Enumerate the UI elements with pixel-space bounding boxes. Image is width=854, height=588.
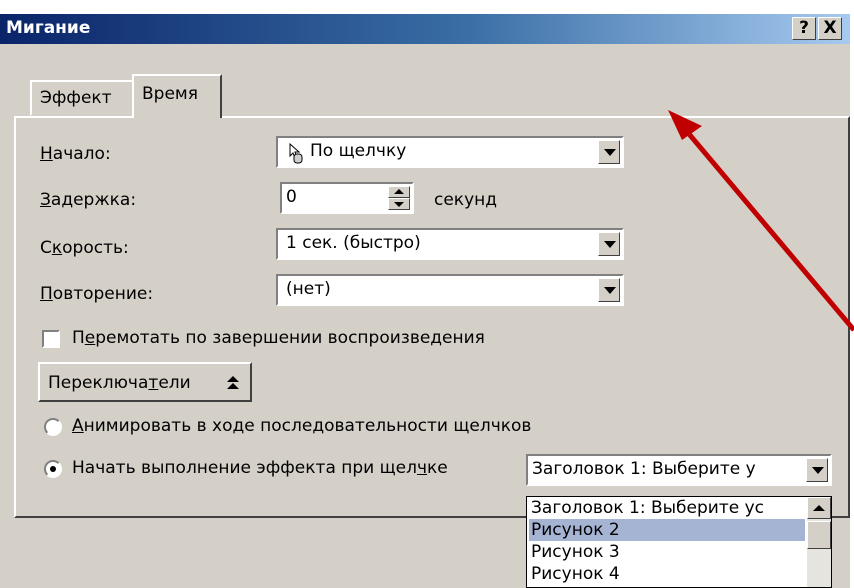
mouse-click-icon <box>284 142 304 169</box>
list-item[interactable]: Рисунок 3 <box>529 541 620 563</box>
list-item[interactable]: Заголовок 1: Выберите ус <box>529 497 764 519</box>
delay-unit: секунд <box>434 190 498 210</box>
close-icon: X <box>823 18 837 38</box>
scroll-thumb[interactable] <box>807 521 831 549</box>
scroll-up-icon[interactable] <box>807 497 831 519</box>
start-on-click-radio[interactable] <box>44 460 62 478</box>
repeat-value: (нет) <box>286 279 331 299</box>
double-chevron-up-icon <box>226 374 240 397</box>
delay-spinner[interactable] <box>388 186 410 210</box>
spin-up-icon[interactable] <box>388 186 410 198</box>
speed-select[interactable]: 1 сек. (быстро) <box>276 228 624 260</box>
start-label: Начало: <box>40 144 111 164</box>
trigger-object-select[interactable]: Заголовок 1: Выберите у <box>526 454 832 486</box>
speed-dropdown-button[interactable] <box>598 232 620 256</box>
trigger-object-value: Заголовок 1: Выберите у <box>532 459 756 479</box>
window-title: Мигание <box>6 18 91 38</box>
rewind-checkbox[interactable] <box>42 330 60 348</box>
help-icon: ? <box>799 18 809 38</box>
delay-value: 0 <box>286 187 297 207</box>
tab-effect-label: Эффект <box>40 88 112 108</box>
repeat-select[interactable]: (нет) <box>276 274 624 306</box>
rewind-label[interactable]: Перемотать по завершении воспроизведения <box>72 328 485 348</box>
triggers-button-label: Переключатели <box>48 373 191 393</box>
triggers-button[interactable]: Переключатели <box>38 362 252 402</box>
list-item[interactable]: Рисунок 4 <box>529 563 620 585</box>
spin-down-icon[interactable] <box>388 198 410 210</box>
start-select[interactable]: По щелчку <box>276 136 624 168</box>
animate-sequence-label[interactable]: Анимировать в ходе последовательности ще… <box>72 416 531 436</box>
tab-time[interactable]: Время <box>132 74 222 118</box>
repeat-dropdown-button[interactable] <box>598 278 620 302</box>
speed-value: 1 сек. (быстро) <box>286 233 421 253</box>
delay-label: Задержка: <box>40 190 137 210</box>
tab-time-label: Время <box>142 84 198 104</box>
start-value: По щелчку <box>310 141 407 161</box>
list-scrollbar[interactable] <box>807 497 831 587</box>
close-button[interactable]: X <box>818 17 842 40</box>
speed-label: Скорость: <box>40 238 129 258</box>
start-dropdown-button[interactable] <box>598 140 620 164</box>
tab-effect[interactable]: Эффект <box>30 80 134 116</box>
animate-sequence-radio[interactable] <box>44 418 62 436</box>
repeat-label: Повторение: <box>40 284 154 304</box>
delay-input[interactable]: 0 <box>280 182 414 214</box>
list-item-selected[interactable]: Рисунок 2 <box>529 519 805 541</box>
trigger-dropdown-button[interactable] <box>806 458 828 482</box>
start-on-click-label[interactable]: Начать выполнение эффекта при щелчке <box>72 458 448 478</box>
trigger-object-list[interactable]: Заголовок 1: Выберите ус Рисунок 2 Рисун… <box>526 496 832 588</box>
help-button[interactable]: ? <box>792 17 816 40</box>
title-bar[interactable]: Мигание ? X <box>0 14 850 44</box>
